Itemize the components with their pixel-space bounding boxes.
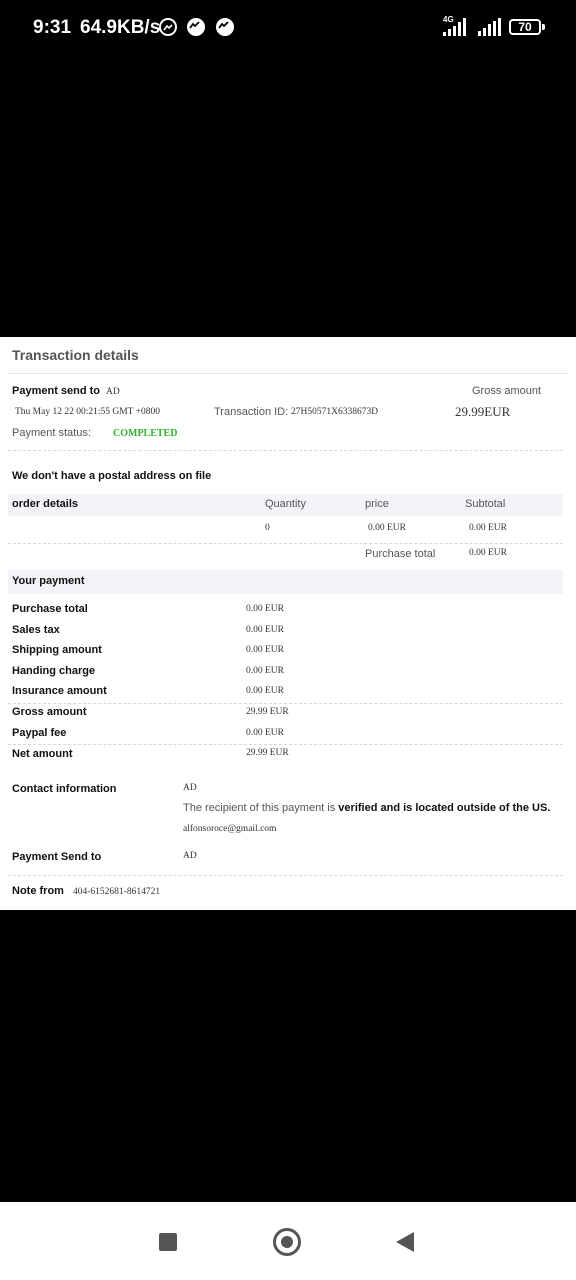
messenger-icon [159, 18, 177, 36]
verified-notice: The recipient of this payment is verifie… [183, 802, 550, 814]
payment-row-label: Purchase total [12, 603, 88, 615]
divider [8, 744, 563, 745]
payment-row-label: Gross amount [12, 706, 87, 718]
payment-send-to-value: AD [106, 387, 120, 397]
price-header: price [365, 498, 389, 510]
your-payment-title: Your payment [12, 575, 85, 587]
order-subtotal: 0.00 EUR [469, 523, 507, 533]
recent-apps-button[interactable] [159, 1233, 177, 1251]
divider [8, 373, 568, 374]
messenger-icon [187, 18, 205, 36]
payment-row-value: 0.00 EUR [246, 604, 284, 614]
transaction-document: Transaction details Payment send to AD G… [0, 337, 576, 910]
divider [8, 703, 563, 704]
note-from-value: 404-6152681-8614721 [73, 887, 161, 897]
signal-icon [478, 18, 501, 36]
navigation-bar [0, 1202, 576, 1280]
payment-row-value: 0.00 EUR [246, 666, 284, 676]
gross-amount-label: Gross amount [472, 385, 542, 397]
your-payment-band [8, 570, 563, 594]
payment-row-value: 29.99 EUR [246, 707, 289, 717]
note-from-label: Note from [12, 885, 64, 897]
contact-email: alfonsoroce@gmail.com [183, 824, 277, 834]
page-title: Transaction details [12, 347, 139, 363]
payment-row-label: Insurance amount [12, 685, 107, 697]
divider [8, 543, 563, 544]
status-bar: 9:31 64.9KB/s 4G 70 [0, 0, 576, 56]
contact-name: AD [183, 783, 197, 793]
quantity-header: Quantity [265, 498, 306, 510]
payment-send-to-label: Payment send to [12, 385, 101, 397]
payment-row-label: Paypal fee [12, 727, 67, 739]
order-price: 0.00 EUR [368, 523, 406, 533]
back-button[interactable] [396, 1232, 414, 1252]
home-icon [281, 1236, 293, 1248]
messenger-icon [216, 18, 234, 36]
home-button[interactable] [273, 1228, 301, 1256]
payment-row-label: Handing charge [12, 665, 96, 677]
payment-row-value: 0.00 EUR [246, 645, 284, 655]
purchase-total-value: 0.00 EUR [469, 548, 507, 558]
payment-row-label: Shipping amount [12, 644, 102, 656]
clock: 9:31 [33, 17, 72, 38]
contact-information-label: Contact information [12, 783, 117, 795]
divider [8, 875, 563, 876]
payment-row-value: 0.00 EUR [246, 625, 284, 635]
gross-amount-value: 29.99EUR [455, 404, 511, 419]
battery-indicator: 70 [509, 19, 541, 35]
order-details-header: order details [12, 498, 79, 510]
verified-notice-bold: verified and is located outside of the U… [338, 802, 551, 814]
payment-row-value: 0.00 EUR [246, 686, 284, 696]
battery-tip [542, 24, 545, 30]
order-quantity: 0 [265, 523, 270, 533]
divider [8, 450, 563, 451]
payment-send-to-footer-label: Payment Send to [12, 851, 102, 863]
signal-icon [443, 18, 466, 36]
status-badge: COMPLETED [113, 428, 178, 439]
transaction-date: Thu May 12 22 00:21:55 GMT +0800 [15, 407, 161, 417]
postal-address-notice: We don't have a postal address on file [12, 470, 212, 482]
subtotal-header: Subtotal [465, 498, 506, 510]
payment-row-label: Sales tax [12, 624, 60, 636]
verified-notice-prefix: The recipient of this payment is [183, 802, 339, 814]
network-speed: 64.9KB/s [80, 17, 161, 38]
purchase-total-label: Purchase total [365, 548, 436, 560]
transaction-id-value: 27H50571X6338673D [291, 407, 379, 417]
payment-row-label: Net amount [12, 748, 73, 760]
payment-row-value: 0.00 EUR [246, 728, 284, 738]
payment-row-value: 29.99 EUR [246, 748, 289, 758]
payment-send-to-footer-value: AD [183, 851, 197, 861]
payment-status-label: Payment status: [12, 427, 91, 439]
transaction-id-label: Transaction ID: [214, 406, 289, 418]
